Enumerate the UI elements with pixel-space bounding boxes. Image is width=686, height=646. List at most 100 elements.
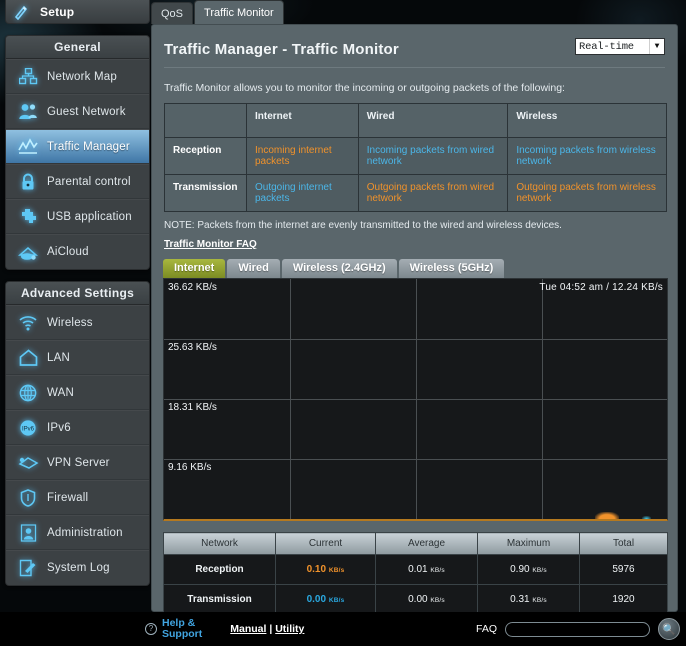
sidebar-advanced-header: Advanced Settings (6, 282, 149, 305)
sidebar-item-usb-application[interactable]: USB application (6, 199, 149, 234)
value: 0.10 (306, 564, 327, 575)
svg-text:IPv6: IPv6 (22, 426, 35, 432)
search-icon[interactable]: 🔍 (658, 618, 680, 640)
row-header-transmission: Transmission (164, 174, 247, 212)
stats-col-maximum: Maximum (477, 532, 580, 555)
help-support-link[interactable]: ? Help & Support (145, 618, 202, 640)
stats-reception-total: 5976 (579, 554, 668, 585)
tab-qos[interactable]: QoS (151, 2, 194, 24)
sidebar-item-network-map[interactable]: Network Map (6, 59, 149, 94)
traffic-chart[interactable]: 36.62 KB/s 25.63 KB/s 18.31 KB/s 9.16 KB… (163, 278, 668, 521)
sidebar-item-firewall[interactable]: Firewall (6, 480, 149, 515)
col-blank (164, 103, 247, 138)
chart-gridline-h (164, 339, 667, 340)
sidebar-item-system-log[interactable]: System Log (6, 550, 149, 585)
chart-gridline-h (164, 459, 667, 460)
sidebar-item-setup[interactable]: Setup (5, 0, 150, 24)
sidebar: Setup General Network Map Guest Network (5, 0, 150, 597)
col-wireless: Wireless (507, 103, 667, 138)
sidebar-item-traffic-manager[interactable]: Traffic Manager (6, 129, 149, 164)
value: 0.90 (510, 564, 530, 575)
table-row: Transmission Outgoing internet packets O… (164, 174, 667, 212)
sidebar-item-label: Traffic Manager (47, 140, 130, 153)
chart-tab-wireless-24[interactable]: Wireless (2.4GHz) (281, 259, 397, 278)
sidebar-item-wan[interactable]: WAN (6, 375, 149, 410)
sidebar-item-wireless[interactable]: Wireless (6, 305, 149, 340)
title-divider (164, 67, 665, 68)
footer-links: Manual | Utility (230, 623, 304, 635)
manual-link[interactable]: Manual (230, 623, 266, 635)
chart-tab-wired[interactable]: Wired (227, 259, 280, 278)
packet-info-table: Internet Wired Wireless Reception Incomi… (164, 103, 667, 212)
cell-transmission-internet: Outgoing internet packets (246, 174, 359, 212)
stats-reception-average: 0.01 KB/s (375, 554, 478, 585)
value: 0.00 (306, 594, 327, 605)
unit: KB/s (328, 567, 345, 574)
unit: KB/s (430, 597, 445, 604)
cell-reception-wireless: Incoming packets from wireless network (507, 137, 667, 175)
sidebar-item-guest-network[interactable]: Guest Network (6, 94, 149, 129)
cell-transmission-wired: Outgoing packets from wired network (357, 174, 509, 212)
footer: ? Help & Support Manual | Utility FAQ 🔍 (0, 612, 686, 646)
wifi-icon (13, 312, 43, 334)
value: 0.31 (510, 594, 530, 605)
sidebar-item-label: Firewall (47, 491, 89, 504)
faq-search-input[interactable] (505, 621, 650, 637)
router-admin-window: Setup General Network Map Guest Network (0, 0, 686, 646)
value: 0.00 (408, 594, 428, 605)
sidebar-item-label: WAN (47, 386, 75, 399)
table-row: Transmission 0.00 KB/s 0.00 KB/s 0.31 KB… (163, 584, 668, 615)
utility-link[interactable]: Utility (275, 623, 304, 635)
sidebar-item-vpn-server[interactable]: VPN Server (6, 445, 149, 480)
table-header-row: Internet Wired Wireless (164, 103, 667, 138)
sidebar-item-label: AiCloud (47, 246, 89, 258)
unit: KB/s (532, 597, 547, 604)
chart-ytick-label: 18.31 KB/s (168, 402, 217, 413)
mode-select[interactable]: Real-time ▼ (575, 38, 665, 55)
sidebar-item-label: IPv6 (47, 421, 71, 434)
stats-reception-current: 0.10 KB/s (275, 554, 376, 585)
stats-col-network: Network (163, 532, 276, 555)
help-support-text: Help & Support (162, 618, 202, 640)
sidebar-item-administration[interactable]: Administration (6, 515, 149, 550)
table-row: Reception 0.10 KB/s 0.01 KB/s 0.90 KB/s … (163, 554, 668, 585)
stats-row-transmission-label: Transmission (163, 584, 276, 615)
unit: KB/s (532, 567, 547, 574)
chart-tab-internet[interactable]: Internet (163, 259, 226, 278)
chevron-down-icon: ▼ (649, 39, 664, 54)
chart-series-reception (595, 512, 619, 519)
sidebar-general-header: General (6, 36, 149, 59)
sidebar-item-label: Wireless (47, 316, 93, 329)
system-log-icon (13, 557, 43, 579)
sidebar-item-parental-control[interactable]: Parental control (6, 164, 149, 199)
sidebar-item-label: Parental control (47, 175, 131, 188)
note-text: NOTE: Packets from the internet are even… (164, 220, 562, 231)
traffic-monitor-faq-link[interactable]: Traffic Monitor FAQ (164, 239, 257, 250)
sidebar-item-ipv6[interactable]: IPv6 IPv6 (6, 410, 149, 445)
stats-col-average: Average (375, 532, 478, 555)
sidebar-item-label: Guest Network (47, 105, 126, 118)
sidebar-item-aicloud[interactable]: AiCloud (6, 234, 149, 269)
chart-gridline-h (164, 399, 667, 400)
sidebar-general-block: General Network Map Guest Network Traffi… (5, 35, 150, 270)
tab-traffic-monitor[interactable]: Traffic Monitor (194, 0, 284, 24)
lock-icon (13, 171, 43, 193)
stats-transmission-maximum: 0.31 KB/s (477, 584, 580, 615)
network-map-icon (13, 66, 43, 88)
shield-icon (13, 487, 43, 509)
stats-row-reception-label: Reception (163, 554, 276, 585)
link-separator: | (269, 623, 273, 635)
sidebar-setup-label: Setup (40, 4, 75, 19)
ipv6-globe-icon: IPv6 (13, 417, 43, 439)
sidebar-item-lan[interactable]: LAN (6, 340, 149, 375)
chart-ytick-label: 36.62 KB/s (168, 282, 217, 293)
chart-tab-wireless-5[interactable]: Wireless (5GHz) (398, 259, 505, 278)
sidebar-item-label: System Log (47, 562, 110, 574)
chart-tabs: Internet Wired Wireless (2.4GHz) Wireles… (163, 259, 677, 278)
panel-description: Traffic Monitor allows you to monitor th… (164, 82, 565, 94)
sidebar-item-label: Network Map (47, 70, 117, 83)
chart-timestamp-label: Tue 04:52 am / 12.24 KB/s (539, 282, 663, 293)
cloud-icon (13, 241, 43, 263)
row-header-reception: Reception (164, 137, 247, 175)
mode-select-value: Real-time (579, 40, 634, 53)
